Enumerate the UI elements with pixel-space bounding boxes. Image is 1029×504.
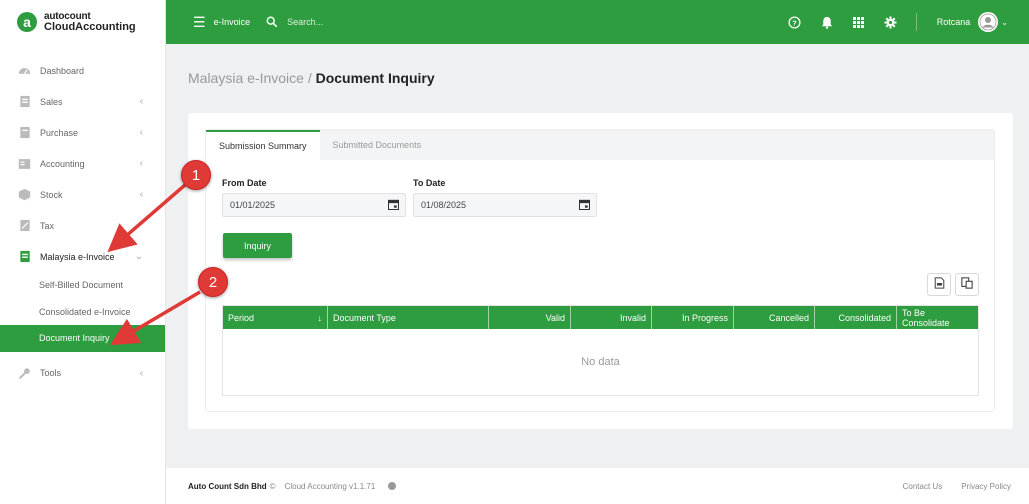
annotation-step-1: 1 bbox=[181, 160, 211, 190]
globe-icon[interactable] bbox=[388, 482, 397, 490]
footer-copyright: © bbox=[269, 481, 276, 491]
contact-us-link[interactable]: Contact Us bbox=[903, 482, 943, 491]
footer-version: Cloud Accounting v1.1.71 bbox=[284, 481, 376, 491]
annotation-step-2: 2 bbox=[198, 267, 228, 297]
footer-company: Auto Count Sdn Bhd bbox=[188, 481, 267, 491]
footer: Auto Count Sdn Bhd © Cloud Accounting v1… bbox=[166, 468, 1029, 504]
privacy-policy-link[interactable]: Privacy Policy bbox=[961, 482, 1011, 491]
annotation-arrow-1 bbox=[107, 183, 187, 253]
annotation-arrows bbox=[107, 183, 201, 346]
annotation-arrow-2 bbox=[109, 290, 201, 346]
